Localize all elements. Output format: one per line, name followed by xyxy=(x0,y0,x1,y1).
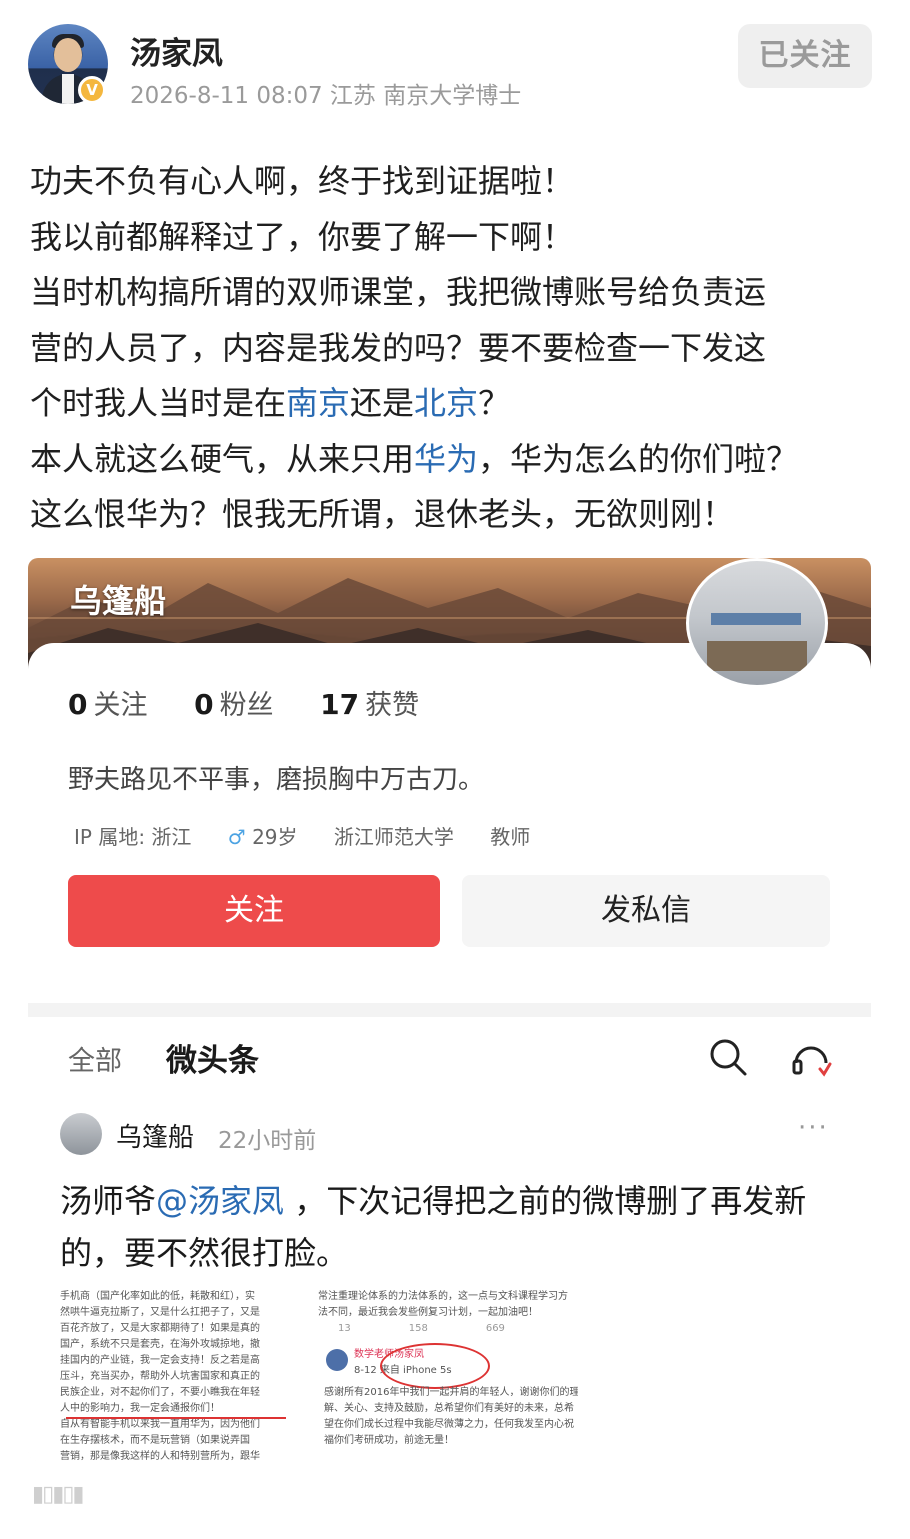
like-count: 669 xyxy=(485,1323,505,1334)
avatar-face xyxy=(54,38,82,72)
ip-location-tag: IP 属地: 浙江 xyxy=(74,825,192,849)
age-label: 29岁 xyxy=(252,825,298,849)
profile-bio: 野夫路见不平事，磨损胸中万古刀。 xyxy=(68,765,485,795)
post-line: 功夫不负有心人啊，终于找到证据啦！ xyxy=(30,162,575,200)
verified-badge-icon: V xyxy=(78,76,106,104)
follow-button[interactable]: 关注 xyxy=(68,875,440,947)
embedded-line: 国产，系统不只是套壳，在海外攻城掠地，撤 xyxy=(60,1339,260,1350)
likes-count: 17 xyxy=(320,688,360,721)
post-line: 营的人员了，内容是我发的吗？要不要检查一下发这 xyxy=(30,328,767,367)
embedded-line: 挂国内的产业链，我一定会支持！反之若是高 xyxy=(60,1355,260,1366)
topic-link-huawei[interactable]: 华为 xyxy=(414,440,478,478)
profile-tags: IP 属地: 浙江 ♂ 29岁 浙江师范大学 教师 xyxy=(74,821,560,850)
post-line: 这么恨华为？恨我无所谓，退休老头，无欲则刚！ xyxy=(30,495,735,533)
author-name[interactable]: 汤家凤 xyxy=(130,28,223,73)
embedded-body: 感谢所有2016年中我们一起并肩的年轻人，谢谢你们的理 解、关心、支持及鼓励，总… xyxy=(324,1385,578,1449)
following-stat[interactable]: 0 关注 xyxy=(68,688,148,721)
post-line: 个时我人当时是在南京还是北京？ xyxy=(30,376,890,432)
embedded-line: 人中的影响力，我一定会通报你们！ xyxy=(60,1403,220,1414)
embedded-line: 民族企业，对不起你们了，不要小瞧我在年轻 xyxy=(60,1387,260,1398)
text-segment: 还是 xyxy=(350,384,415,422)
profile-panel: 0 关注 0 粉丝 17 获赞 野夫路见不平事，磨损胸中万古刀。 IP 属地: 浙江 … xyxy=(28,643,871,1003)
red-underline xyxy=(66,1417,286,1419)
red-circle-annotation xyxy=(380,1343,490,1389)
profile-banner-title: 乌篷船 xyxy=(70,582,167,620)
fans-count: 0 xyxy=(194,688,214,721)
feed-text: 汤师爷@汤家凤 ，下次记得把之前的微博删了再发新的，要不然很打脸。 xyxy=(60,1175,850,1279)
tab-all[interactable]: 全部 xyxy=(68,1039,122,1078)
bottom-bar-icon: ▮▯▮▯▮ xyxy=(32,1482,85,1507)
embedded-weibo-text: 手机商（国产化率如此的低，耗散和红），实 然哄牛逼克拉斯了，又是什么扛把子了，又… xyxy=(60,1289,302,1461)
post-line: 本人就这么硬气，从来只用华为，华为怎么的你们啦？ xyxy=(30,432,890,488)
embedded-line: 在生存摆核术，而不是玩营销（如果说弄国 xyxy=(60,1435,250,1446)
section-divider xyxy=(28,1003,871,1017)
repost-count: 13 xyxy=(338,1323,351,1334)
embedded-line: 手机商（国产化率如此的低，耗散和红），实 xyxy=(60,1291,255,1302)
post-line: 当时机构搞所谓的双师课堂，我把微博账号给负责运 xyxy=(30,273,767,311)
embedded-line: 然哄牛逼克拉斯了，又是什么扛把子了，又是 xyxy=(60,1307,260,1318)
feed-time: 22小时前 xyxy=(218,1128,317,1154)
topic-link-nanjing[interactable]: 南京 xyxy=(286,384,350,422)
avatar-shelf xyxy=(711,613,801,625)
embedded-line: 感谢所有2016年中我们一起并肩的年轻人，谢谢你们的理 xyxy=(324,1387,578,1398)
embedded-line: 解、关心、支持及鼓励，总希望你们有美好的未来，总希 xyxy=(324,1403,574,1414)
embedded-line: 望在你们成长过程中我能尽微薄之力，任何我发至内心祝 xyxy=(324,1419,574,1430)
text-segment: ，华为怎么的你们啦？ xyxy=(478,439,799,478)
send-message-button[interactable]: 发私信 xyxy=(462,875,830,947)
text-segment: ？ xyxy=(478,384,511,422)
feed-author-name[interactable]: 乌篷船 xyxy=(116,1117,194,1154)
post-meta: 2026-8-11 08:07 江苏 南京大学博士 xyxy=(130,83,522,109)
embedded-line: 压斗，充当买办，帮助外人坑害国家和真正的 xyxy=(60,1371,260,1382)
topic-link-beijing[interactable]: 北京 xyxy=(414,384,478,422)
headset-icon[interactable] xyxy=(790,1037,832,1079)
post-image[interactable]: 乌篷船 0 关注 0 粉丝 17 获赞 野夫路见不平事，磨损胸中万古刀。 IP 属地:… xyxy=(28,558,871,1461)
embedded-line: 营销，那是像我这样的人和特别营所为，跟华 xyxy=(60,1451,260,1461)
following-count: 0 xyxy=(68,688,88,721)
tab-weitoutiao[interactable]: 微头条 xyxy=(166,1035,259,1080)
profile-tabs: 全部 微头条 xyxy=(28,1017,871,1097)
more-options-icon[interactable]: ··· xyxy=(798,1113,829,1143)
embedded-weibo-text: 常注重理论体系的力法体系的，这一点与文科课程学习方 法不同，最近我会发些例复习计… xyxy=(318,1289,578,1321)
post-line: 我以前都解释过了，你要了解一下啊！ xyxy=(30,217,575,256)
followed-button[interactable]: 已关注 xyxy=(738,24,872,88)
embedded-line: 百花齐放了，又是大家都期待了！如果是真的 xyxy=(60,1323,260,1334)
avatar-shirt xyxy=(62,74,74,104)
embedded-line: 常注重理论体系的力法体系的，这一点与文科课程学习方 xyxy=(318,1291,568,1302)
male-icon: ♂ xyxy=(227,825,246,849)
feed-image-left[interactable]: 手机商（国产化率如此的低，耗散和红），实 然哄牛逼克拉斯了，又是什么扛把子了，又… xyxy=(60,1289,302,1461)
feed-author-avatar[interactable] xyxy=(60,1113,102,1155)
profile-avatar[interactable] xyxy=(686,558,828,688)
job-tag: 教师 xyxy=(490,825,531,849)
fans-stat[interactable]: 0 粉丝 xyxy=(194,688,274,721)
embedded-avatar xyxy=(326,1349,348,1371)
profile-stats: 0 关注 0 粉丝 17 获赞 xyxy=(68,683,457,722)
search-icon[interactable] xyxy=(708,1037,748,1077)
likes-label: 获赞 xyxy=(365,690,420,721)
text-segment: 个时我人当时是在 xyxy=(30,384,287,422)
fans-label: 粉丝 xyxy=(219,690,274,721)
text-segment: 汤师爷 xyxy=(60,1182,157,1220)
text-segment: 本人就这么硬气，从来只用 xyxy=(30,439,415,478)
embedded-line: 自从有智能手机以来我一直用华为，因为他们 xyxy=(60,1419,260,1430)
embedded-line: 法不同，最近我会发些例复习计划，一起加油吧！ xyxy=(318,1307,538,1318)
following-label: 关注 xyxy=(93,690,148,721)
embedded-stats: 13 158 669 xyxy=(338,1323,568,1334)
school-tag: 浙江师范大学 xyxy=(333,825,454,849)
likes-stat: 17 获赞 xyxy=(320,688,420,721)
age-tag: ♂ 29岁 xyxy=(228,825,298,849)
embedded-line: 福你们考研成功，前途无量！ xyxy=(324,1435,454,1446)
mention-link[interactable]: @汤家凤 xyxy=(156,1182,284,1220)
comment-count: 158 xyxy=(408,1323,428,1334)
feed-item[interactable]: 乌篷船 22小时前 ··· 汤师爷@汤家凤 ，下次记得把之前的微博删了再发新的，… xyxy=(28,1097,871,1461)
avatar-desk xyxy=(707,641,807,671)
feed-image-right[interactable]: 常注重理论体系的力法体系的，这一点与文科课程学习方 法不同，最近我会发些例复习计… xyxy=(318,1289,578,1461)
post-text: 功夫不负有心人啊，终于找到证据啦！ 我以前都解释过了，你要了解一下啊！ 当时机构… xyxy=(30,154,890,543)
